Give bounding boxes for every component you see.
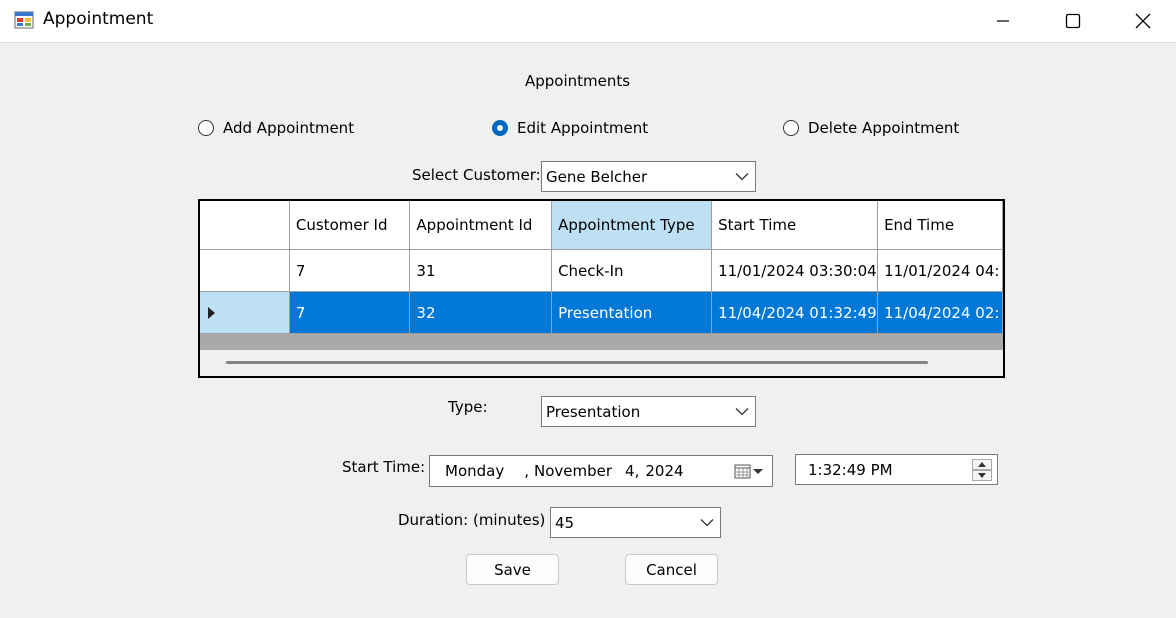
appointments-table: Customer Id Appointment Id Appointment T… [200,201,1003,334]
date-weekday[interactable]: Monday [445,462,504,480]
close-icon [1135,13,1151,29]
table-row-selected[interactable]: 7 32 Presentation 11/04/2024 01:32:49 11… [200,291,1003,334]
spin-updown-icon[interactable] [972,458,992,481]
radio-edit-appointment[interactable]: Edit Appointment [492,119,648,137]
appointments-grid[interactable]: Customer Id Appointment Id Appointment T… [198,199,1005,378]
cell-customer-id[interactable]: 7 [289,291,411,334]
chevron-down-icon [700,518,714,526]
date-day[interactable]: 4, [625,462,639,480]
duration-value: 45 [555,513,575,532]
grid-header-row: Customer Id Appointment Id Appointment T… [200,201,1003,250]
start-time-label: Start Time: [342,458,426,476]
date-year[interactable]: 2024 [645,462,683,480]
radio-label: Edit Appointment [517,119,649,137]
radio-label: Add Appointment [223,119,355,137]
cancel-button[interactable]: Cancel [625,554,718,585]
start-time-picker[interactable]: 1:32:49 PM [795,454,998,485]
cell-end-time[interactable]: 11/04/2024 02: [877,291,1003,334]
select-customer-label: Select Customer: [412,166,541,184]
row-header[interactable] [200,291,290,334]
maximize-button[interactable] [1038,0,1108,42]
radio-circle [198,120,214,136]
scrollbar-thumb[interactable] [226,361,928,364]
radio-circle [783,120,799,136]
cell-appointment-type[interactable]: Check-In [551,249,713,292]
chevron-down-icon [735,172,749,180]
date-month[interactable]: November [534,462,612,480]
radio-add-appointment[interactable]: Add Appointment [198,119,354,137]
customer-value: Gene Belcher [546,167,648,186]
row-pointer-icon [208,307,215,319]
close-button[interactable] [1108,0,1176,42]
cell-appointment-type[interactable]: Presentation [551,291,713,334]
save-button[interactable]: Save [466,554,559,585]
horizontal-scrollbar[interactable] [200,350,1003,376]
calendar-dropdown-icon[interactable] [734,463,764,479]
column-header-appointment-type[interactable]: Appointment Type [551,201,713,250]
date-separator: , [524,462,529,480]
cell-appointment-id[interactable]: 31 [409,249,553,292]
table-row[interactable]: 7 31 Check-In 11/01/2024 03:30:04 11/01/… [200,249,1003,292]
chevron-down-icon [735,407,749,415]
type-dropdown[interactable]: Presentation [541,396,756,427]
radio-circle [492,120,508,136]
cell-start-time[interactable]: 11/04/2024 01:32:49 [711,291,879,334]
minimize-button[interactable] [968,0,1038,42]
window-title: Appointment [43,9,154,29]
radio-delete-appointment[interactable]: Delete Appointment [783,119,959,137]
page-title: Appointments [525,72,631,90]
row-header[interactable] [200,249,290,292]
time-value[interactable]: 1:32:49 PM [808,461,893,479]
maximize-icon [1065,13,1081,29]
cell-end-time[interactable]: 11/01/2024 04: [877,249,1003,292]
column-header-end-time[interactable]: End Time [877,201,1003,250]
duration-dropdown[interactable]: 45 [550,507,721,538]
app-window-icon [14,11,34,29]
cell-appointment-id[interactable]: 32 [409,291,553,334]
minimize-icon [997,20,1009,22]
cell-start-time[interactable]: 11/01/2024 03:30:04 [711,249,879,292]
title-bar: Appointment [0,0,1176,42]
duration-label: Duration: (minutes) [398,511,546,529]
type-value: Presentation [546,402,641,421]
cell-customer-id[interactable]: 7 [289,249,411,292]
column-header-start-time[interactable]: Start Time [711,201,879,250]
start-date-picker[interactable]: Monday , November 4, 2024 [429,455,773,487]
type-label: Type: [448,398,488,416]
column-header-customer-id[interactable]: Customer Id [289,201,411,250]
radio-label: Delete Appointment [808,119,960,137]
customer-dropdown[interactable]: Gene Belcher [541,161,756,192]
grid-corner-header [200,201,290,250]
column-header-appointment-id[interactable]: Appointment Id [409,201,553,250]
